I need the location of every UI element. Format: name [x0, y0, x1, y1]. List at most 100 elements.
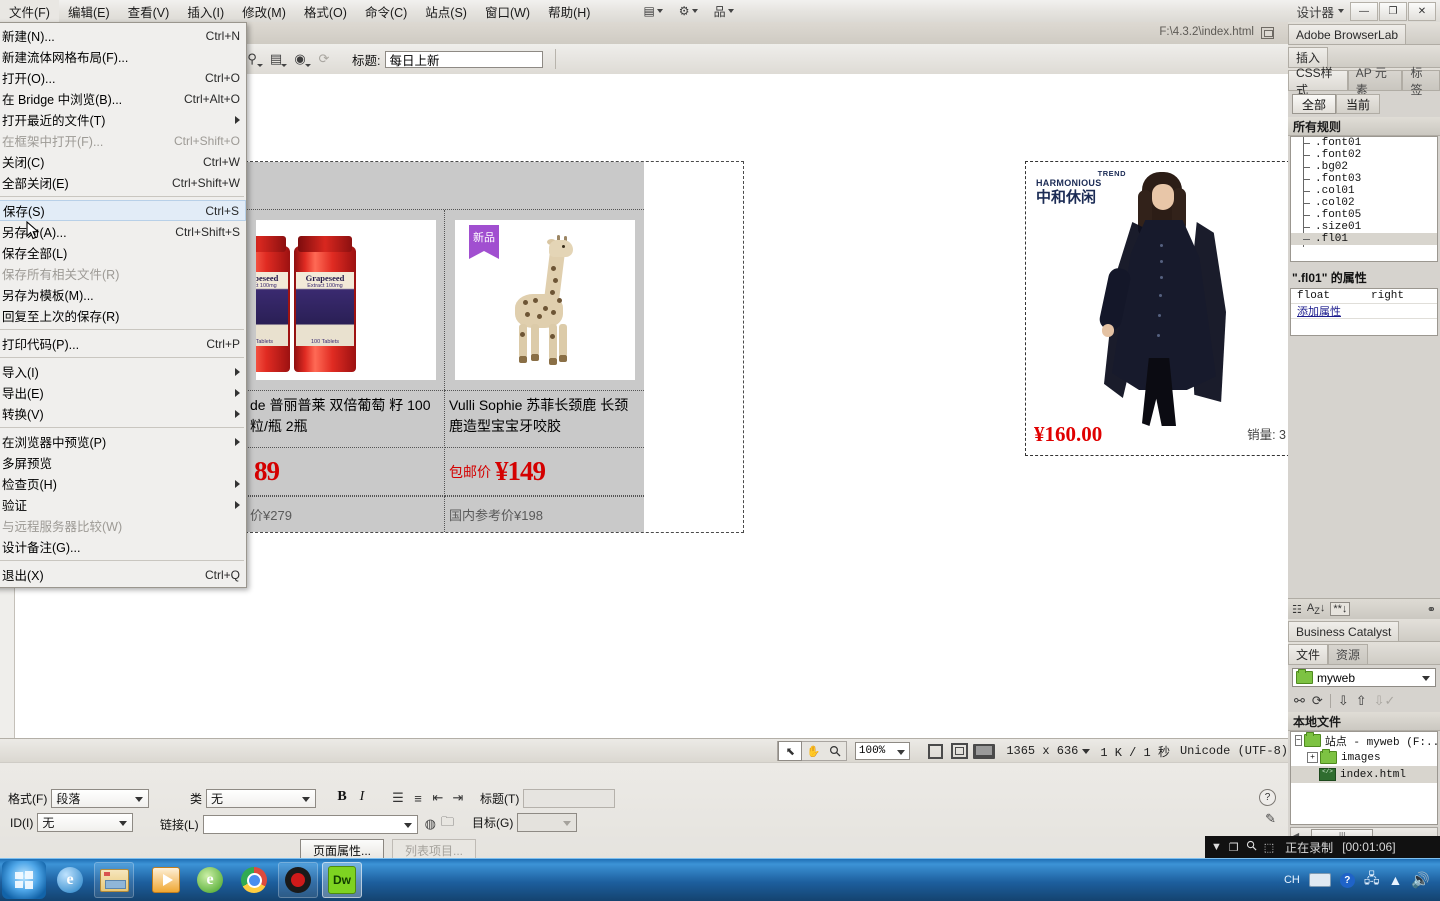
window-size-chevron-icon[interactable] [1082, 748, 1091, 754]
layout-switcher-button[interactable]: ▤ [635, 2, 670, 20]
file-menu-item[interactable]: 全部关闭(E) Ctrl+Shift+W [0, 172, 246, 193]
file-menu-item[interactable]: 导出(E) [0, 382, 246, 403]
page-title-input[interactable] [385, 50, 544, 68]
css-scope-all[interactable]: 全部 [1292, 94, 1337, 114]
taskbar-media-player-button[interactable] [146, 862, 186, 898]
collapse-icon[interactable]: ▼ [1211, 841, 1222, 853]
window-close-button[interactable]: ✕ [1408, 1, 1436, 21]
css-rule-item[interactable]: .font01 [1291, 137, 1437, 149]
menu-item-format[interactable]: 格式(O) [295, 0, 356, 24]
taskbar-ie-button[interactable]: e [50, 862, 90, 898]
browse-folder-icon[interactable]: 🗀 [441, 813, 454, 835]
help-icon[interactable]: ? [1259, 789, 1276, 806]
css-rules-list[interactable]: .font01 .font02 .bg02 .font03 .col01 .col02 .f… [1290, 136, 1438, 262]
file-menu-item[interactable]: 设计备注(G)... [0, 536, 246, 557]
link-icon[interactable]: ⚭ [1427, 603, 1440, 616]
unordered-list-button[interactable]: ☰ [388, 789, 408, 807]
refresh-icon[interactable]: ⟳ [1312, 693, 1323, 709]
rule-properties-table[interactable]: float right 添加属性 [1290, 288, 1438, 336]
network-icon[interactable]: 🖧 [1364, 868, 1380, 892]
taskbar-browser360-button[interactable]: e [190, 862, 230, 898]
target-select[interactable] [517, 813, 578, 832]
heading-input[interactable] [523, 789, 616, 808]
css-rule-item[interactable]: .size01 [1291, 221, 1437, 233]
az-sort-icon[interactable]: AZ↓ [1307, 602, 1325, 616]
file-menu-item[interactable]: 打开(O)... Ctrl+O [0, 67, 246, 88]
file-menu-item[interactable]: 打开最近的文件(T) [0, 109, 246, 130]
zoom-tool-icon[interactable] [824, 742, 846, 760]
menu-item-window[interactable]: 窗口(W) [476, 0, 539, 24]
tree-expander-icon[interactable]: − [1295, 735, 1302, 746]
file-menu-item[interactable]: 退出(X) Ctrl+Q [0, 564, 246, 585]
window-restore-button[interactable]: ❐ [1379, 1, 1407, 21]
file-menu-item[interactable]: 另存为模板(M)... [0, 284, 246, 305]
restore-icon[interactable]: ❐ [1229, 841, 1239, 854]
ordered-list-button[interactable]: ≡ [408, 789, 428, 807]
document-restore-button[interactable] [1261, 27, 1274, 39]
menu-item-view[interactable]: 查看(V) [119, 0, 179, 24]
volume-icon[interactable]: 🔊 [1411, 871, 1430, 889]
italic-button[interactable]: I [352, 789, 372, 805]
outdent-button[interactable]: ⇤ [428, 789, 448, 807]
check-in-icon[interactable]: ⇩✓ [1374, 693, 1396, 709]
extension-settings-button[interactable]: ⚙ [671, 2, 706, 20]
file-menu-item[interactable]: 在 Bridge 中浏览(B)... Ctrl+Alt+O [0, 88, 246, 109]
connect-icon[interactable]: ⚯ [1294, 693, 1305, 709]
list-item[interactable]: index.html [1291, 766, 1437, 783]
dress-product-card[interactable]: TREND HARMONIOUS 中和休闲 ¥160.00 销量: 3 [1025, 161, 1288, 456]
visual-aids-icon[interactable]: ▤ [264, 48, 288, 70]
file-menu-item[interactable]: 打印代码(P)... Ctrl+P [0, 333, 246, 354]
point-to-file-icon[interactable]: ◍ [425, 816, 436, 832]
select-tool-icon[interactable]: ⬉ [778, 741, 803, 761]
add-property-link[interactable]: 添加属性 [1291, 303, 1341, 319]
view-large-button[interactable] [972, 741, 996, 761]
file-menu-item[interactable]: 新建流体网格布局(F)... [0, 46, 246, 67]
css-rule-item[interactable]: .fl01 [1291, 233, 1437, 245]
show-hidden-icons-icon[interactable]: ▲ [1388, 872, 1402, 888]
property-value[interactable]: right [1371, 290, 1404, 302]
css-rule-item[interactable]: .col02 [1291, 197, 1437, 209]
file-menu-item[interactable]: 回复至上次的保存(R) [0, 305, 246, 326]
tab-ap-elements[interactable]: AP 元素 [1347, 66, 1403, 97]
keyboard-icon[interactable] [1308, 873, 1331, 887]
css-rule-item[interactable]: .col01 [1291, 185, 1437, 197]
file-menu-item[interactable]: 关闭(C) Ctrl+W [0, 151, 246, 172]
view-medium-button[interactable] [947, 741, 971, 761]
taskbar-dreamweaver-button[interactable]: Dw [322, 862, 362, 898]
tab-files[interactable]: 文件 [1288, 644, 1329, 664]
file-menu-item[interactable]: 多屏预览 [0, 452, 246, 473]
taskbar-recorder-button[interactable] [278, 862, 318, 898]
bold-button[interactable]: B [332, 789, 352, 805]
taskbar-explorer-button[interactable] [94, 862, 134, 898]
window-minimize-button[interactable]: — [1350, 1, 1378, 21]
file-menu-item[interactable]: 保存(S) Ctrl+S [0, 200, 246, 221]
put-files-icon[interactable]: ⇧ [1356, 693, 1367, 709]
start-button[interactable] [2, 861, 46, 899]
menu-item-modify[interactable]: 修改(M) [233, 0, 295, 24]
menu-item-insert[interactable]: 插入(I) [178, 0, 233, 24]
category-view-icon[interactable]: ☷ [1292, 603, 1302, 616]
menu-item-site[interactable]: 站点(S) [416, 0, 476, 24]
product-grid-container[interactable]: GrapeseedExtract 100mg100 Tablets Grapes… [245, 161, 744, 533]
site-select[interactable]: myweb [1292, 668, 1436, 687]
menu-item-help[interactable]: 帮助(H) [539, 0, 599, 24]
file-menu-item[interactable]: 检查页(H) [0, 473, 246, 494]
help-icon[interactable]: ? [1339, 872, 1355, 888]
menu-item-file[interactable]: 文件(F) [0, 0, 59, 24]
tab-css-styles[interactable]: CSS样式 [1288, 66, 1348, 97]
tab-tag-inspector[interactable]: 标签 [1402, 66, 1440, 97]
local-files-tree[interactable]: − 站点 - myweb (F:.. + images index.html [1290, 731, 1439, 825]
tab-assets[interactable]: 资源 [1328, 644, 1369, 664]
css-rule-item[interactable]: .font03 [1291, 173, 1437, 185]
site-manage-button[interactable]: 品 [706, 1, 742, 22]
file-menu-item[interactable]: 另存为(A)... Ctrl+Shift+S [0, 221, 246, 242]
view-small-button[interactable] [923, 741, 947, 761]
link-select[interactable] [202, 814, 418, 834]
set-properties-icon[interactable]: **↓ [1330, 602, 1351, 616]
tree-expander-icon[interactable]: + [1307, 752, 1318, 763]
format-select[interactable]: 段落 [51, 789, 150, 808]
quick-edit-icon[interactable]: ✎ [1265, 811, 1276, 827]
css-scope-current[interactable]: 当前 [1336, 94, 1381, 114]
file-menu-item[interactable]: 在浏览器中预览(P) [0, 431, 246, 452]
tab-business-catalyst[interactable]: Business Catalyst [1288, 621, 1400, 641]
